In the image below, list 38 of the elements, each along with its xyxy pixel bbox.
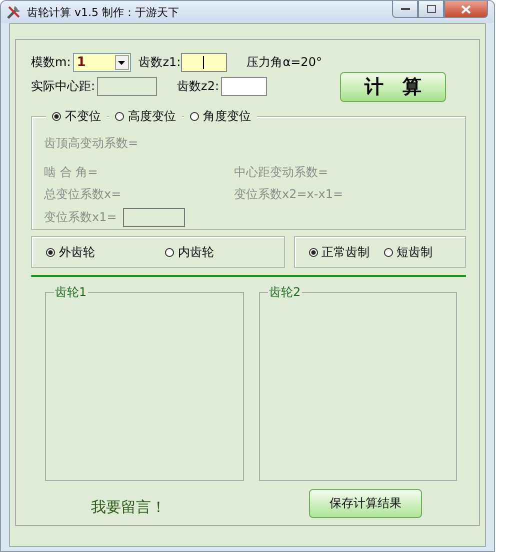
teeth-z1-label: 齿数z1: (138, 54, 181, 71)
minimize-button[interactable] (392, 1, 418, 18)
maximize-button[interactable] (418, 1, 444, 18)
close-icon (461, 4, 471, 14)
tooth-system-radio[interactable]: 短齿制 (384, 244, 433, 260)
mesh-angle-label: 啮 合 角= (44, 164, 99, 181)
shift-mode-radio[interactable]: 不变位 (46, 108, 107, 125)
addendum-coefficient-label: 齿顶高变动系数= (44, 135, 140, 152)
shift-x1-field[interactable] (122, 208, 185, 227)
teeth-z2-field[interactable] (221, 77, 268, 96)
center-coefficient-label: 中心距变动系数= (234, 164, 330, 181)
close-button[interactable] (444, 1, 488, 18)
module-value: 1 (76, 55, 86, 70)
module-label: 模数m: (31, 54, 71, 71)
total-shift-label: 总变位系数x= (44, 186, 122, 203)
calculate-button[interactable]: 计 算 (340, 72, 446, 102)
gear-type-radio[interactable]: 内齿轮 (165, 244, 214, 260)
gear-group-title: 齿轮1 (54, 285, 88, 299)
shift-x2-label: 变位系数x2=x-x1= (234, 186, 344, 203)
module-dropdown[interactable]: 1 (72, 53, 131, 72)
shift-mode-radio[interactable]: 高度变位 (109, 108, 182, 125)
maximize-icon (426, 5, 436, 13)
center-distance-field[interactable] (97, 77, 158, 96)
teeth-z2-label: 齿数z2: (177, 78, 220, 95)
minimize-icon (400, 7, 410, 11)
window-title: 齿轮计算 v1.5 制作：于游天下 (27, 4, 179, 20)
teeth-z1-field[interactable] (180, 53, 227, 72)
center-distance-label: 实际中心距: (31, 78, 96, 95)
shift-mode-radio[interactable]: 角度变位 (184, 108, 257, 125)
pressure-angle-label: 压力角α=20° (246, 54, 322, 71)
shift-x1-label: 变位系数x1= (44, 209, 117, 226)
gear-type-radio[interactable]: 外齿轮 (46, 244, 95, 260)
tooth-system-radio[interactable]: 正常齿制 (308, 244, 370, 260)
tools-icon (6, 4, 22, 20)
save-results-button[interactable]: 保存计算结果 (309, 489, 422, 518)
message-link[interactable]: 我要留言！ (91, 498, 166, 517)
dropdown-arrow-icon (118, 60, 126, 64)
gear-group-title: 齿轮2 (268, 285, 302, 299)
